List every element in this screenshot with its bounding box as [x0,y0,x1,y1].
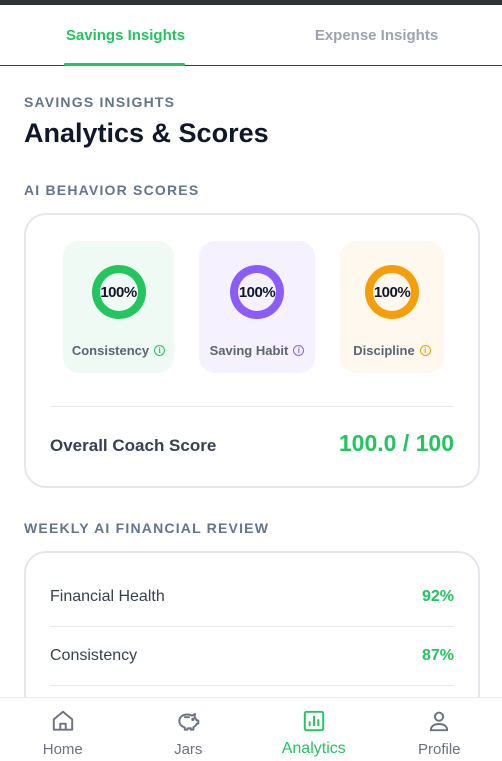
review-row-consistency: Consistency 87% [50,627,454,686]
discipline-label-row: Discipline i [353,343,431,358]
scores-section-label: AI BEHAVIOR SCORES [24,182,200,198]
review-value: 92% [421,588,454,605]
review-row-financial-health: Financial Health 92% [50,568,454,627]
nav-label-home: Home [42,741,83,758]
nav-item-jars[interactable]: Jars [126,698,252,761]
info-icon[interactable]: i [419,345,431,356]
overall-score-value: 100.0 / 100 [338,430,454,456]
nav-item-home[interactable]: Home [0,698,126,761]
review-label: Financial Health [50,588,165,605]
score-tile-consistency[interactable]: 100% Consistency i [63,241,174,373]
saving-habit-label: Saving Habit [209,343,289,358]
nav-label-jars: Jars [174,741,203,758]
overall-score-label: Overall Coach Score [50,436,217,455]
tab-expense-insights[interactable]: Expense Insights [251,5,502,65]
nav-label-analytics: Analytics [281,740,346,757]
nav-item-analytics[interactable]: Analytics [251,698,377,761]
page-eyebrow: SAVINGS INSIGHTS [24,94,176,110]
divider [50,406,454,407]
nav-item-profile[interactable]: Profile [377,698,502,761]
piggy-bank-icon [178,712,200,731]
bottom-navigation: Home Jars Analytics Profile [0,697,502,761]
saving-habit-score-ring: 100% [230,265,284,319]
info-icon[interactable]: i [154,345,166,356]
info-icon[interactable]: i [293,345,305,356]
insights-tabs: Savings Insights Expense Insights [0,5,502,66]
review-section-label: WEEKLY AI FINANCIAL REVIEW [24,520,270,536]
discipline-label: Discipline [353,343,415,358]
consistency-score-value: 100% [99,273,138,311]
analytics-icon [303,710,324,732]
consistency-score-ring: 100% [91,265,146,319]
saving-habit-label-row: Saving Habit i [210,343,305,358]
page-title: Analytics & Scores [24,118,269,148]
review-label: Consistency [50,647,138,664]
review-value: 87% [421,647,454,664]
profile-icon [430,711,449,732]
discipline-score-value: 100% [373,273,411,311]
behavior-scores-card: 100% Consistency i 100% Saving Habit i 1… [24,213,480,488]
consistency-label: Consistency [71,343,150,358]
discipline-score-ring: 100% [365,265,419,319]
consistency-label-row: Consistency i [71,343,166,358]
saving-habit-score-value: 100% [238,273,276,311]
score-tile-discipline[interactable]: 100% Discipline i [340,241,444,373]
nav-label-profile: Profile [417,741,461,758]
tab-savings-insights[interactable]: Savings Insights [0,5,251,66]
home-icon [52,710,73,731]
score-tile-saving-habit[interactable]: 100% Saving Habit i [199,241,315,373]
